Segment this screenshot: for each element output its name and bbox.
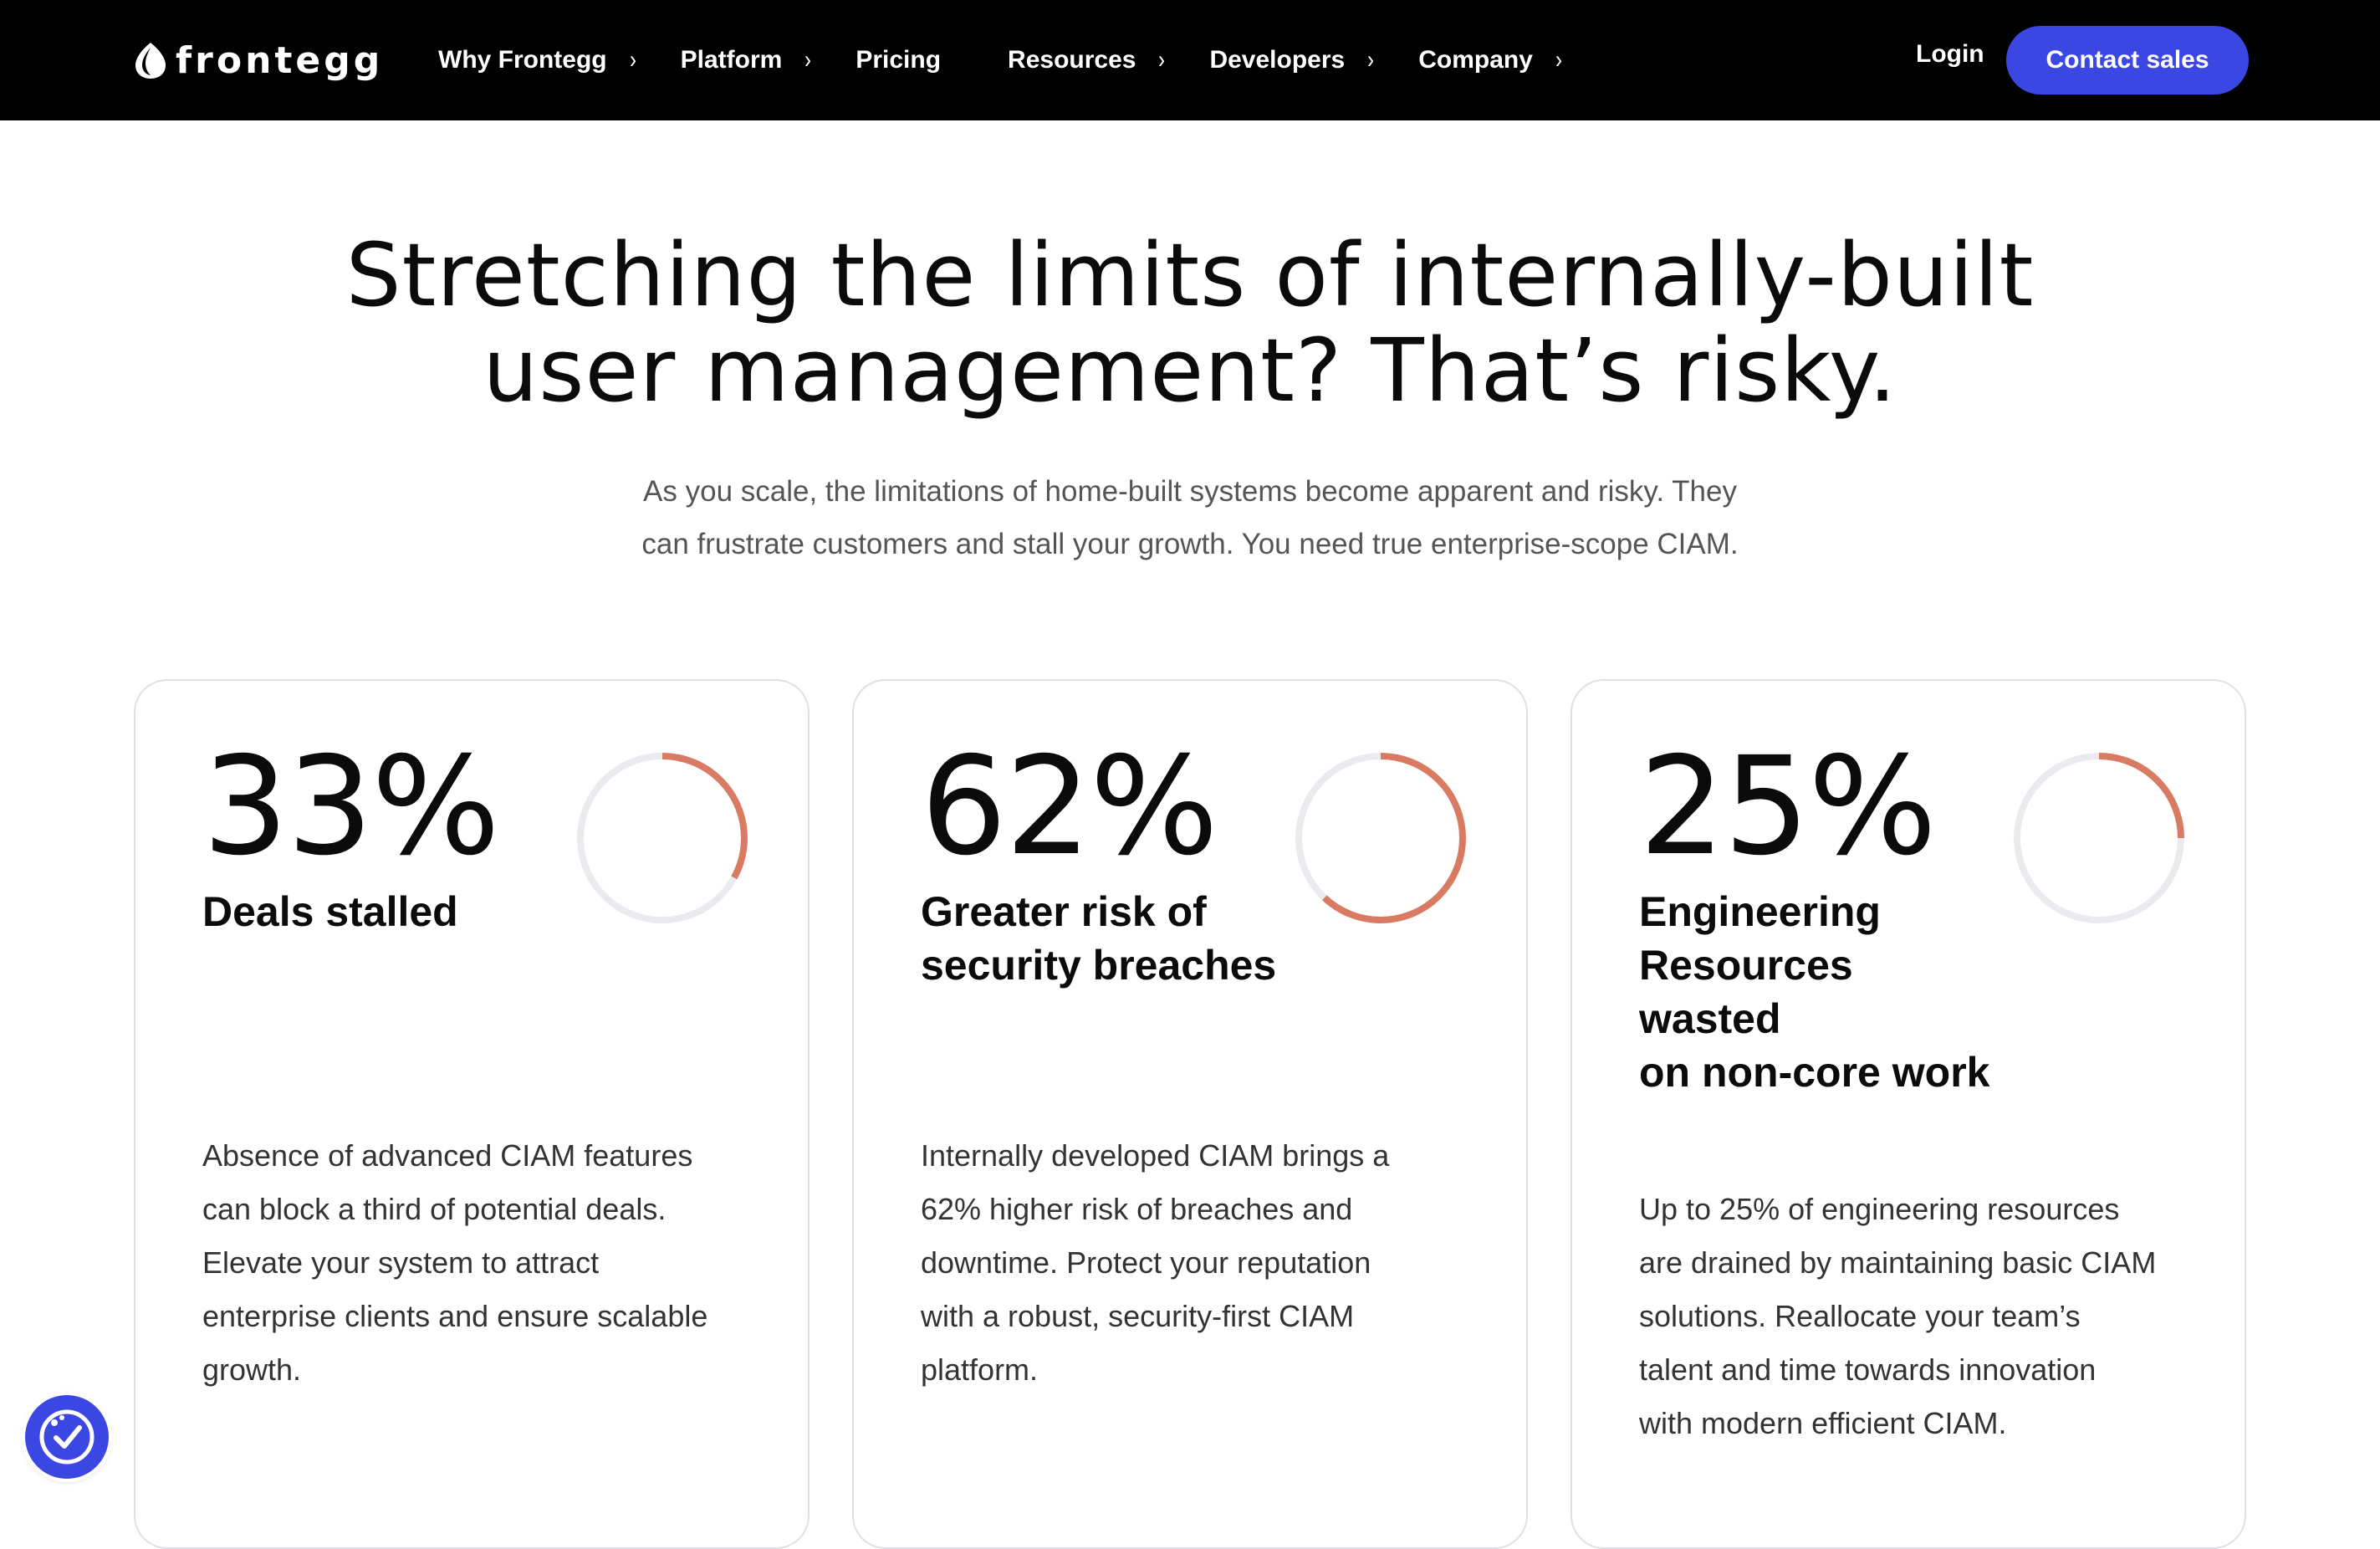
logo-text: frontegg: [176, 38, 384, 82]
chevron-right-icon: ›: [1367, 46, 1375, 74]
stat-title-line: Resources: [1639, 942, 1853, 989]
stat-title-line: Deals stalled: [202, 888, 458, 935]
accessibility-check-icon: [39, 1409, 94, 1465]
stat-title-line: on non-core work: [1639, 1049, 1990, 1096]
desc-line: Up to 25% of engineering resources: [1639, 1192, 2120, 1226]
stat-value: 25%: [1639, 728, 1937, 886]
stat-title-line: Engineering: [1639, 888, 1881, 935]
chevron-right-icon: ›: [804, 46, 812, 74]
stat-description: Internally developed CIAM brings a 62% h…: [921, 1129, 1456, 1397]
stat-description: Up to 25% of engineering resources are d…: [1639, 1183, 2174, 1450]
desc-line: downtime. Protect your reputation: [921, 1245, 1371, 1280]
desc-line: with a robust, security-first CIAM: [921, 1299, 1355, 1333]
desc-line: are drained by maintaining basic CIAM: [1639, 1245, 2157, 1280]
nav-item-label: Resources: [1008, 46, 1136, 74]
stat-title-line: security breaches: [921, 942, 1277, 989]
stat-title-line: Greater risk of: [921, 888, 1207, 935]
subheading-line: As you scale, the limitations of home-bu…: [643, 475, 1737, 508]
main-menu: Why Frontegg › Platform › Pricing Resour…: [438, 0, 1606, 120]
nav-item-company[interactable]: Company ›: [1418, 46, 1563, 74]
nav-item-label: Developers: [1209, 46, 1346, 74]
top-nav: frontegg Why Frontegg › Platform › Prici…: [0, 0, 2380, 120]
page-headline: Stretching the limits of internally-buil…: [0, 227, 2380, 418]
stat-description: Absence of advanced CIAM features can bl…: [202, 1129, 738, 1397]
headline-line: Stretching the limits of internally-buil…: [345, 224, 2035, 326]
desc-line: talent and time towards innovation: [1639, 1352, 2097, 1387]
headline-line: user management? That’s risky.: [483, 320, 1897, 422]
contact-sales-button[interactable]: Contact sales: [2006, 26, 2249, 95]
stat-value: 33%: [202, 728, 500, 886]
chevron-right-icon: ›: [1158, 46, 1166, 74]
frontegg-drop-logo-icon: [135, 43, 166, 79]
nav-item-platform[interactable]: Platform ›: [681, 46, 813, 74]
desc-line: platform.: [921, 1352, 1039, 1387]
chevron-right-icon: ›: [629, 46, 636, 74]
nav-item-label: Pricing: [855, 46, 942, 74]
stat-title-line: wasted: [1639, 995, 1781, 1042]
stat-title: Engineering Resources wasted on non-core…: [1639, 885, 2074, 1099]
stat-card-engineering-resources: 25% Engineering Resources wasted on non-…: [1570, 679, 2246, 1549]
desc-line: Absence of advanced CIAM features: [202, 1138, 693, 1173]
nav-item-why-frontegg[interactable]: Why Frontegg ›: [438, 46, 637, 74]
nav-item-pricing[interactable]: Pricing: [855, 46, 941, 74]
stat-card-deals-stalled: 33% Deals stalled Absence of advanced CI…: [134, 679, 810, 1549]
nav-item-label: Why Frontegg: [438, 46, 607, 74]
page-subheading: As you scale, the limitations of home-bu…: [502, 465, 1878, 570]
desc-line: can block a third of potential deals.: [202, 1192, 667, 1226]
stat-title: Greater risk of security breaches: [921, 885, 1356, 992]
stat-card-security-breaches: 62% Greater risk of security breaches In…: [852, 679, 1528, 1549]
desc-line: Internally developed CIAM brings a: [921, 1138, 1390, 1173]
nav-item-label: Platform: [680, 46, 783, 74]
stat-title: Deals stalled: [202, 885, 637, 938]
desc-line: growth.: [202, 1352, 302, 1387]
subheading-line: can frustrate customers and stall your g…: [641, 528, 1739, 560]
accessibility-button[interactable]: [25, 1395, 109, 1479]
desc-line: solutions. Reallocate your team’s: [1639, 1299, 2081, 1333]
nav-item-resources[interactable]: Resources ›: [1008, 46, 1166, 74]
desc-line: enterprise clients and ensure scalable: [202, 1299, 708, 1333]
nav-item-developers[interactable]: Developers ›: [1209, 46, 1375, 74]
desc-line: 62% higher risk of breaches and: [921, 1192, 1353, 1226]
desc-line: Elevate your system to attract: [202, 1245, 600, 1280]
chevron-right-icon: ›: [1555, 46, 1562, 74]
stat-value: 62%: [921, 728, 1218, 886]
nav-item-label: Company: [1418, 46, 1533, 74]
frontegg-logo[interactable]: frontegg: [132, 38, 383, 82]
login-link[interactable]: Login: [1916, 40, 1984, 69]
desc-line: with modern efficient CIAM.: [1639, 1406, 2007, 1440]
